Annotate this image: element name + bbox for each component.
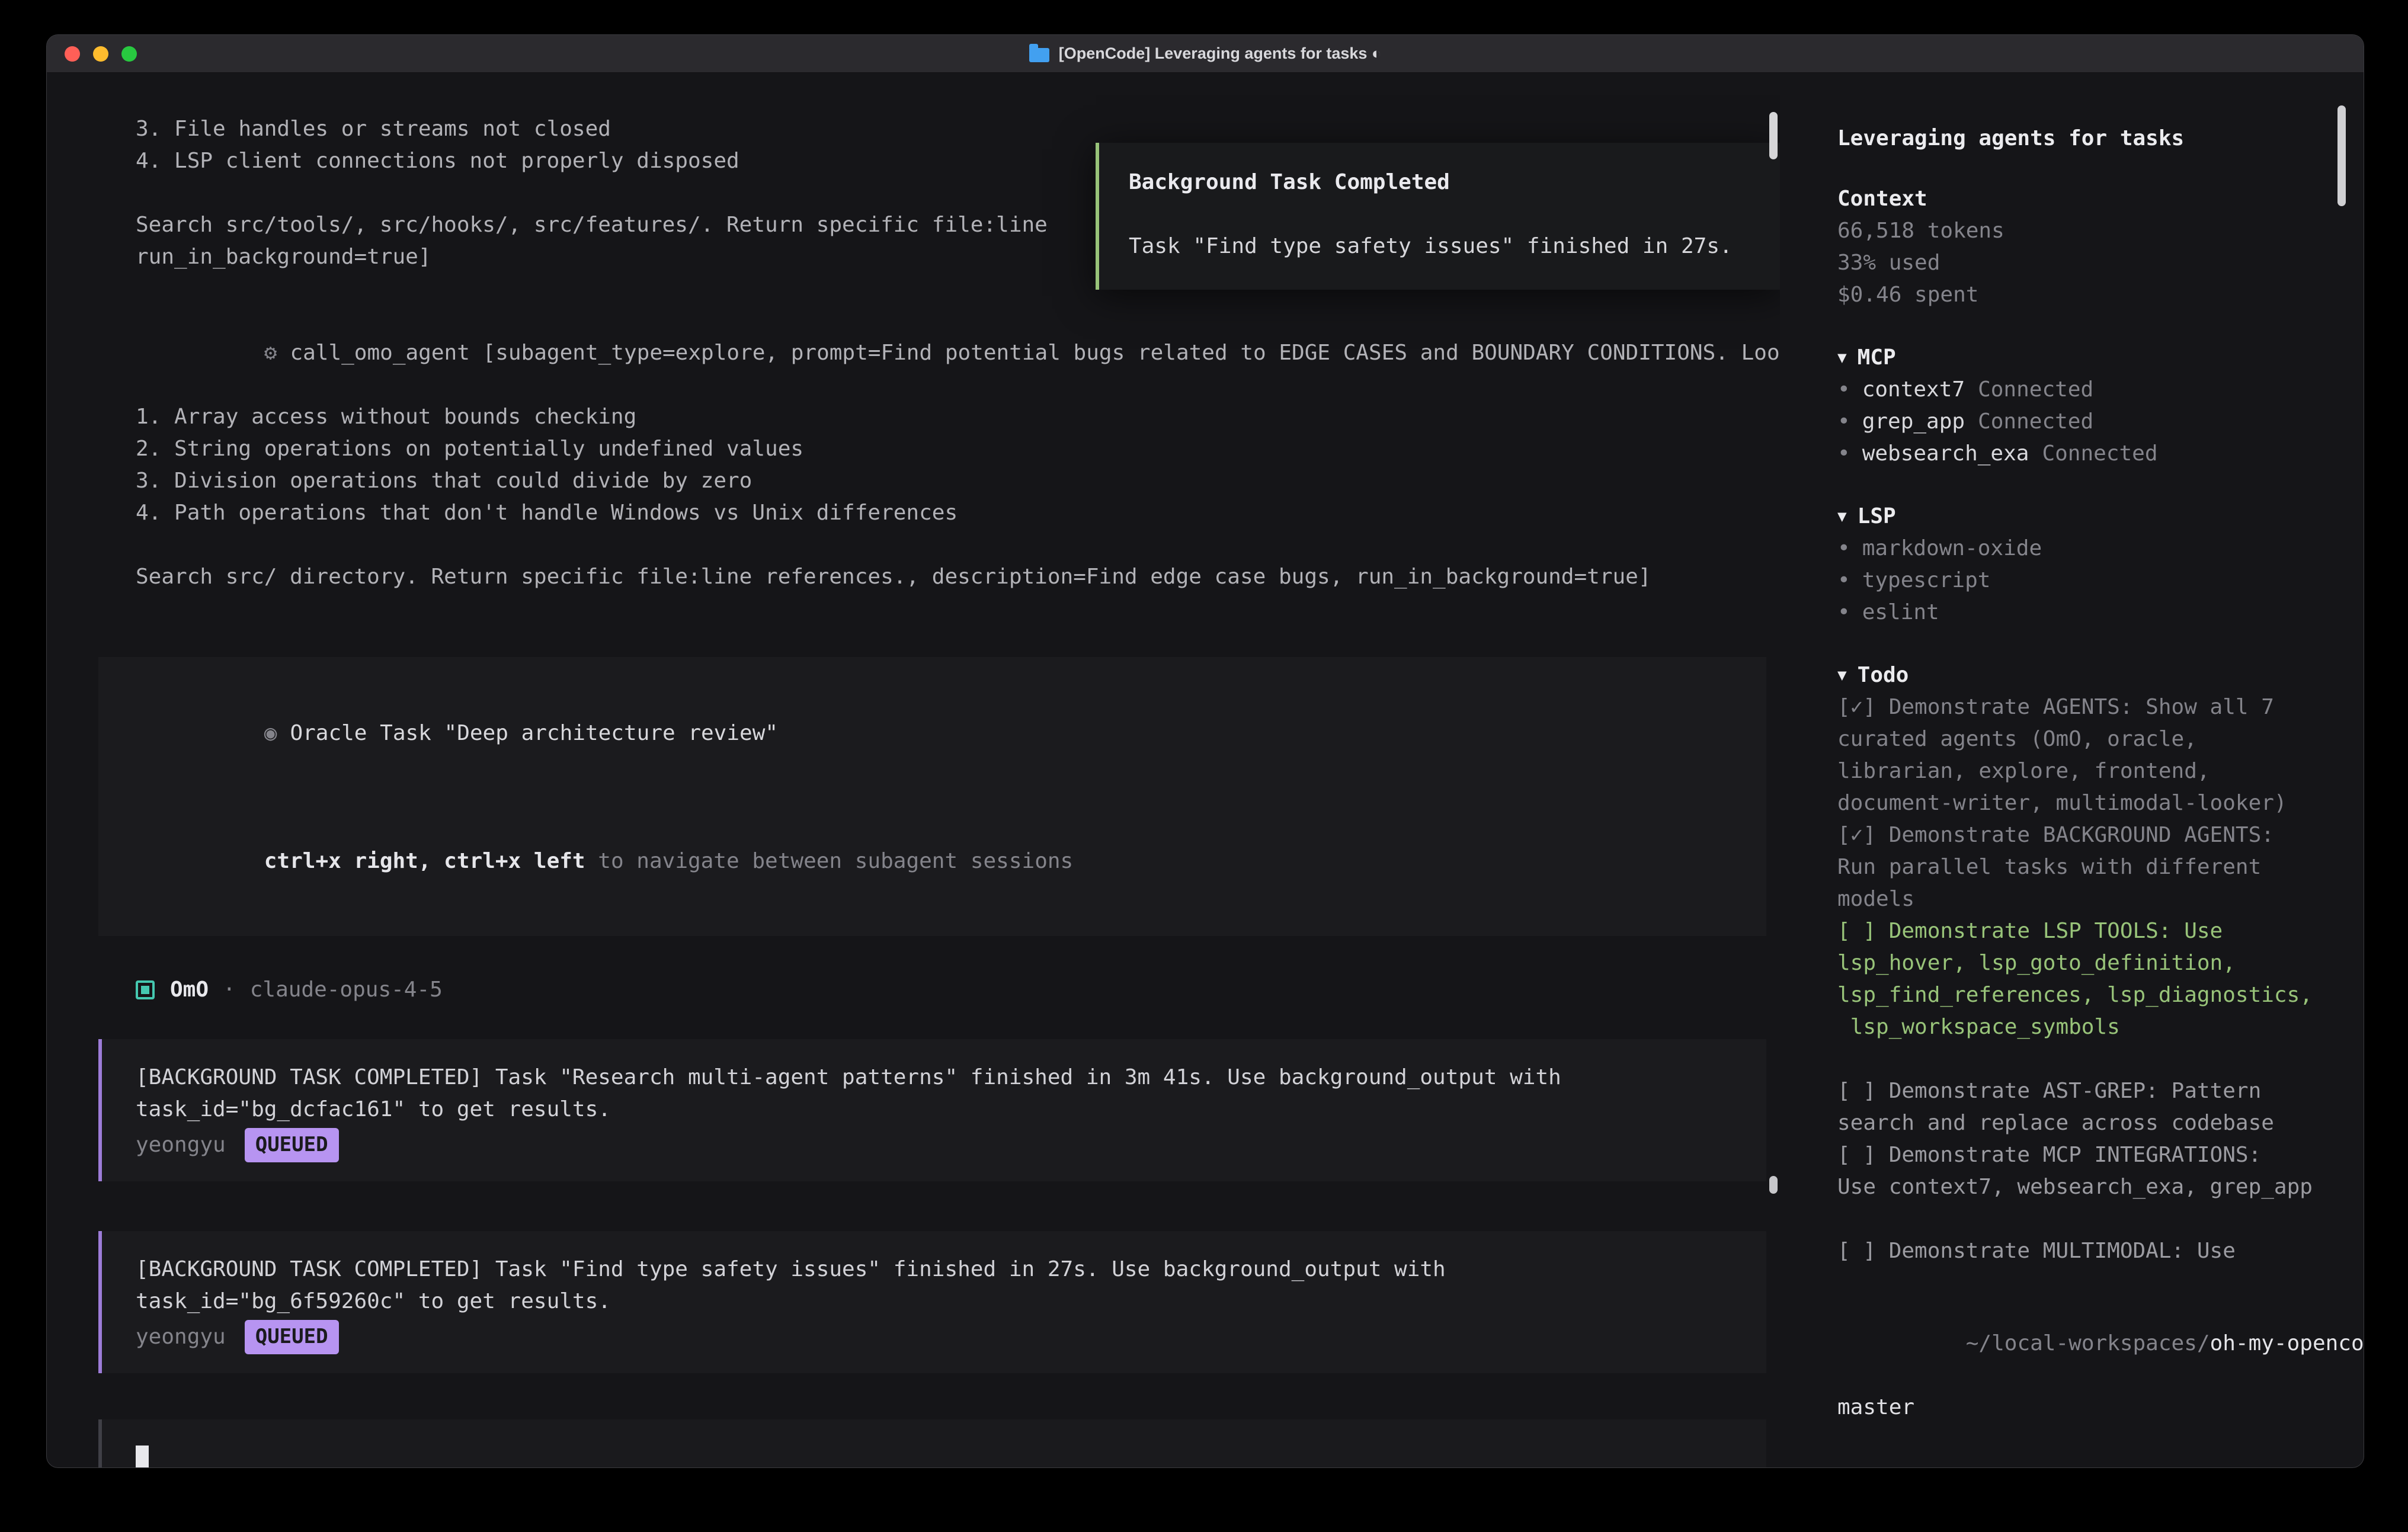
bullet-icon: • <box>1837 409 1850 434</box>
close-button[interactable] <box>65 46 80 62</box>
chevron-down-icon: ▼ <box>1837 666 1847 684</box>
chevron-down-icon: ▼ <box>1837 508 1847 525</box>
minimize-button[interactable] <box>93 46 108 62</box>
text-cursor <box>136 1446 149 1467</box>
chat-scrollbar-thumb-lower[interactable] <box>1769 1176 1778 1194</box>
todo-item: [✓] Demonstrate AGENTS: Show all 7 curat… <box>1837 691 2325 819</box>
gear-icon: ⚙ <box>264 341 277 365</box>
terminal-line: 2. String operations on potentially unde… <box>136 433 1780 465</box>
bullet-icon: • <box>1837 568 1850 592</box>
chat-scrollbar-thumb[interactable] <box>1769 112 1778 159</box>
sidebar: Leveraging agents for tasks Context 66,5… <box>1780 73 2364 1467</box>
lsp-item: •markdown-oxide <box>1837 533 2325 565</box>
window-title-text: [OpenCode] Leveraging agents for tasks ◐ <box>1059 44 1381 63</box>
agent-checkbox-icon <box>136 980 155 999</box>
bullet-icon: • <box>1837 377 1850 402</box>
oracle-task-icon: ◉ <box>264 721 277 745</box>
message-author: yeongyu <box>136 1321 226 1353</box>
terminal-line: 3. Division operations that could divide… <box>136 465 1780 497</box>
terminal-window: [OpenCode] Leveraging agents for tasks ◐… <box>46 34 2364 1468</box>
todo-section: ▼Todo [✓] Demonstrate AGENTS: Show all 7… <box>1837 659 2325 1267</box>
workspace-path-prefix: ~/local-workspaces/ <box>1966 1331 2210 1355</box>
context-section: Context 66,518 tokens 33% used $0.46 spe… <box>1837 183 2325 311</box>
mcp-section: ▼MCP •context7Connected •grep_appConnect… <box>1837 342 2325 470</box>
context-used: 33% used <box>1837 247 2325 279</box>
toast-body: Task "Find type safety issues" finished … <box>1129 230 1756 262</box>
toast-title: Background Task Completed <box>1129 166 1756 198</box>
todo-item: [✓] Demonstrate BACKGROUND AGENTS: Run p… <box>1837 819 2325 915</box>
status-badge: QUEUED <box>245 1128 339 1162</box>
bullet-icon: • <box>1837 536 1850 560</box>
zoom-button[interactable] <box>121 46 137 62</box>
tool-call-block: ⚙ call_omo_agent [subagent_type=explore, … <box>136 305 1780 593</box>
workspace-info: ~/local-workspaces/oh-my-opencode: maste… <box>1837 1296 2325 1424</box>
navigation-shortcut-label: to navigate between subagent sessions <box>585 849 1074 873</box>
message-line: [BACKGROUND TASK COMPLETED] Task "Find t… <box>136 1254 1729 1286</box>
workspace-repo: oh-my-opencode: <box>2210 1331 2364 1355</box>
oracle-task-panel: ◉Oracle Task "Deep architecture review" … <box>98 657 1766 936</box>
bullet-icon: • <box>1837 441 1850 466</box>
context-spent: $0.46 spent <box>1837 279 2325 311</box>
mcp-item: •grep_appConnected <box>1837 406 2325 438</box>
todo-item: [ ] Demonstrate AST-GREP: Pattern search… <box>1837 1075 2325 1139</box>
folder-icon <box>1029 48 1049 62</box>
agent-name: OmO <box>170 974 209 1006</box>
workspace-branch: master <box>1837 1392 2325 1424</box>
titlebar: [OpenCode] Leveraging agents for tasks ◐ <box>47 35 2364 73</box>
message-line: [BACKGROUND TASK COMPLETED] Task "Resear… <box>136 1062 1729 1094</box>
session-title: Leveraging agents for tasks <box>1837 123 2325 155</box>
message-author: yeongyu <box>136 1129 226 1161</box>
lsp-item: •typescript <box>1837 565 2325 597</box>
agent-model: claude-opus-4-5 <box>250 974 443 1006</box>
todo-item: [ ] Demonstrate MCP INTEGRATIONS: Use co… <box>1837 1139 2325 1203</box>
chevron-down-icon: ▼ <box>1837 349 1847 367</box>
todo-heading[interactable]: ▼Todo <box>1837 659 2325 691</box>
content: Background Task Completed Task "Find typ… <box>47 73 2364 1467</box>
bullet-icon: • <box>1837 600 1850 624</box>
terminal-line <box>136 529 1780 561</box>
agent-separator: · <box>223 974 236 1006</box>
navigation-shortcut-keys: ctrl+x right, ctrl+x left <box>264 849 585 873</box>
lsp-heading[interactable]: ▼LSP <box>1837 501 2325 533</box>
prompt-input[interactable]: OmO Opus 4.5 Anthropic <box>98 1419 1766 1467</box>
todo-item: [ ] Demonstrate MULTIMODAL: Use <box>1837 1235 2325 1267</box>
agent-header: OmO · claude-opus-4-5 <box>136 974 1780 1006</box>
message-block: [BACKGROUND TASK COMPLETED] Task "Find t… <box>98 1231 1766 1373</box>
mcp-heading[interactable]: ▼MCP <box>1837 342 2325 374</box>
window-title: [OpenCode] Leveraging agents for tasks ◐ <box>47 35 2364 72</box>
lsp-section: ▼LSP •markdown-oxide •typescript •eslint <box>1837 501 2325 629</box>
message-block: [BACKGROUND TASK COMPLETED] Task "Resear… <box>98 1039 1766 1181</box>
lsp-item: •eslint <box>1837 597 2325 629</box>
oracle-task-title: Oracle Task "Deep architecture review" <box>290 721 778 745</box>
app-version-footer: •OpenCode1.0.163 <box>1837 1452 2325 1467</box>
mcp-item: •websearch_exaConnected <box>1837 438 2325 470</box>
chat-pane: Background Task Completed Task "Find typ… <box>47 73 1780 1467</box>
tool-args: [subagent_type=explore, prompt=Find pote… <box>483 341 1780 365</box>
message-line: task_id="bg_6f59260c" to get results. <box>136 1286 1729 1318</box>
terminal-line: 1. Array access without bounds checking <box>136 401 1780 433</box>
window-controls <box>47 46 137 62</box>
status-badge: QUEUED <box>245 1320 339 1354</box>
context-heading: Context <box>1837 183 2325 215</box>
message-line: task_id="bg_dcfac161" to get results. <box>136 1094 1729 1126</box>
context-tokens: 66,518 tokens <box>1837 215 2325 247</box>
sidebar-scrollbar-thumb[interactable] <box>2337 105 2346 206</box>
mcp-item: •context7Connected <box>1837 374 2325 406</box>
todo-item-active: [ ] Demonstrate LSP TOOLS: Use lsp_hover… <box>1837 915 2325 1043</box>
toast-notification[interactable]: Background Task Completed Task "Find typ… <box>1096 143 1780 290</box>
tool-name: call_omo_agent <box>290 341 469 365</box>
terminal-line: Search src/ directory. Return specific f… <box>136 561 1780 593</box>
terminal-line: 4. Path operations that don't handle Win… <box>136 497 1780 529</box>
terminal-line: 3. File handles or streams not closed <box>136 113 1780 145</box>
